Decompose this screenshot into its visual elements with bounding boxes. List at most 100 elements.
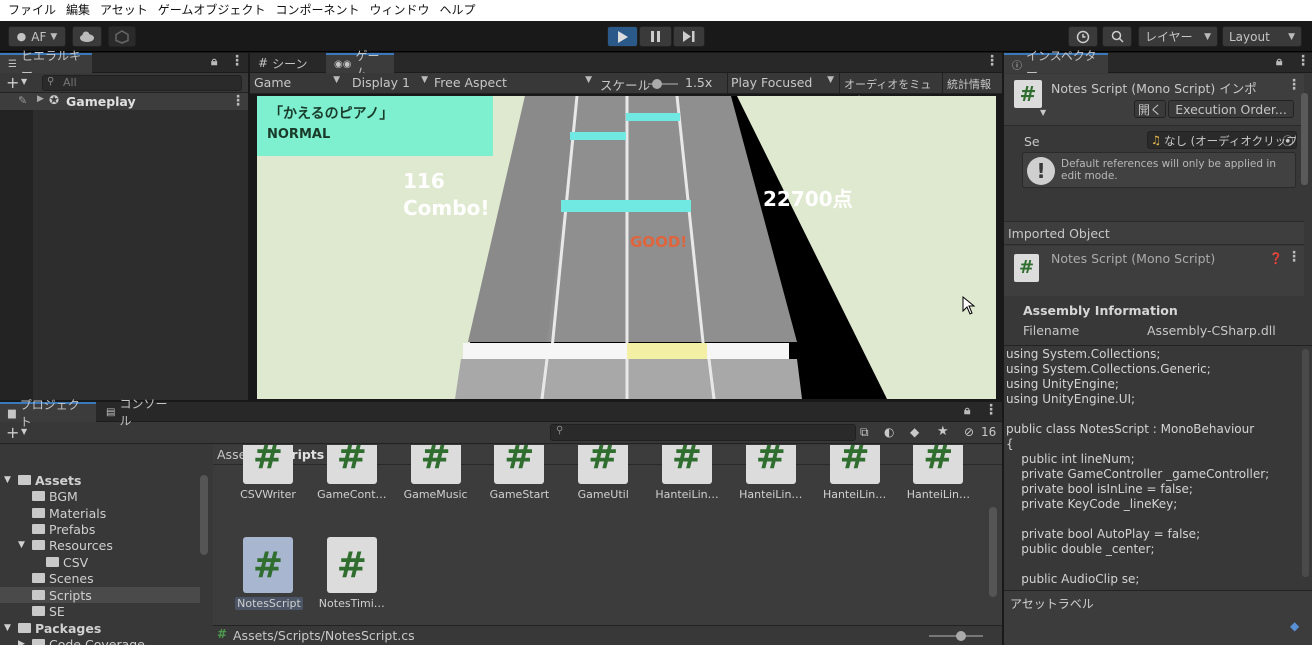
note bbox=[570, 132, 626, 140]
chevron-down-icon[interactable]: ▼ bbox=[1040, 108, 1046, 117]
execution-order-button[interactable]: Execution Order... bbox=[1168, 100, 1294, 118]
play-mode-dropdown[interactable]: Play Focused ▼ bbox=[727, 73, 837, 94]
tab-project[interactable]: ▆ プロジェクト bbox=[0, 398, 96, 429]
asset-scrollbar[interactable] bbox=[989, 507, 997, 597]
unity-scene-icon: ✪ bbox=[49, 93, 60, 107]
filter-type-icon[interactable]: ◐ bbox=[884, 425, 894, 439]
tab-inspector[interactable]: ⓘ インスペクター bbox=[1004, 49, 1108, 80]
asset-item[interactable]: # GameStart bbox=[472, 445, 556, 515]
asset-item[interactable]: # GameMusic bbox=[389, 445, 473, 515]
lock-icon[interactable]: 🔒︎ bbox=[964, 403, 970, 418]
pause-button[interactable] bbox=[639, 26, 672, 47]
tree-item-scenes[interactable]: Scenes bbox=[0, 570, 200, 586]
label-icon[interactable]: ◆ bbox=[910, 425, 919, 439]
asset-item[interactable]: # GameCont… bbox=[305, 445, 389, 515]
project-search-input[interactable]: ⚲ bbox=[550, 424, 856, 441]
tab-game[interactable]: ◉◉ ゲーム bbox=[326, 49, 394, 80]
layers-dropdown[interactable]: レイヤー ▼ bbox=[1138, 26, 1218, 47]
more-options-icon[interactable]: ⋮ bbox=[984, 402, 998, 418]
icon-size-slider-handle[interactable] bbox=[956, 631, 966, 641]
asset-item[interactable]: # CSVWriter bbox=[221, 445, 305, 515]
more-options-icon[interactable]: ⋮ bbox=[231, 93, 245, 109]
scale-slider-handle[interactable] bbox=[652, 79, 662, 89]
tree-item-se[interactable]: SE bbox=[0, 603, 200, 619]
tree-item-materials[interactable]: Materials bbox=[0, 505, 200, 521]
search-icon: ⚲ bbox=[47, 76, 55, 87]
search-button[interactable] bbox=[1102, 26, 1132, 47]
more-options-icon[interactable]: ⋮ bbox=[1296, 53, 1310, 69]
more-options-icon[interactable]: ⋮ bbox=[1287, 77, 1301, 93]
more-options-icon[interactable]: ⋮ bbox=[230, 53, 244, 69]
tree-item-assets[interactable]: ▼ Assets bbox=[0, 472, 200, 488]
chevron-right-icon[interactable]: ▶ bbox=[18, 639, 32, 645]
hierarchy-search-input[interactable]: ⚲ All bbox=[42, 75, 242, 91]
tree-item-packages[interactable]: ▼ Packages bbox=[0, 620, 200, 636]
tab-scene[interactable]: # シーン bbox=[250, 53, 326, 73]
account-dropdown[interactable]: ● AF ▼ bbox=[8, 26, 66, 47]
tree-item-scripts[interactable]: Scripts bbox=[0, 587, 200, 603]
lock-icon[interactable]: 🔒︎ bbox=[211, 54, 217, 69]
se-object-field[interactable]: ♫ なし (オーディオクリップ) ⦿ bbox=[1147, 131, 1297, 149]
tree-item-bgm[interactable]: BGM bbox=[0, 488, 200, 504]
undo-history-button[interactable] bbox=[1068, 26, 1098, 47]
chevron-down-icon[interactable]: ▼ bbox=[0, 475, 18, 485]
collab-button[interactable] bbox=[108, 26, 136, 47]
tree-item-csv[interactable]: CSV bbox=[0, 554, 200, 570]
display-dropdown[interactable]: Display 1 ▼ bbox=[352, 75, 428, 90]
open-button[interactable]: 開く bbox=[1134, 100, 1166, 118]
more-options-icon[interactable]: ⋮ bbox=[985, 53, 999, 69]
play-button[interactable] bbox=[607, 26, 638, 47]
asset-item[interactable]: # NotesScript bbox=[221, 515, 305, 610]
menu-help[interactable]: ヘルプ bbox=[437, 0, 483, 21]
search-by-type-icon[interactable]: ⧉ bbox=[860, 425, 869, 440]
mute-audio-toggle[interactable]: オーディオをミュート bbox=[839, 73, 941, 107]
menu-window[interactable]: ウィンドウ bbox=[367, 0, 437, 21]
menu-file[interactable]: ファイル bbox=[6, 0, 64, 21]
hierarchy-row-gameplay[interactable]: ✎ ▶ ✪ Gameplay ⋮ bbox=[0, 93, 248, 110]
lock-icon[interactable]: 🔒︎ bbox=[1276, 54, 1282, 69]
cloud-button[interactable] bbox=[72, 26, 102, 47]
favorite-star-icon[interactable]: ★ bbox=[937, 424, 949, 439]
layout-dropdown[interactable]: Layout ▼ bbox=[1222, 26, 1302, 47]
asset-item[interactable]: # HanteiLin… bbox=[724, 445, 808, 515]
tab-console[interactable]: ▤ コンソール bbox=[98, 397, 178, 428]
asset-item[interactable]: # HanteiLin… bbox=[808, 445, 892, 515]
menu-assets[interactable]: アセット bbox=[98, 0, 156, 21]
chevron-down-icon[interactable]: ▼ bbox=[0, 623, 18, 633]
asset-label: NotesTimi… bbox=[318, 597, 385, 610]
visibility-icon[interactable]: ✎ bbox=[18, 94, 27, 107]
object-picker-icon[interactable]: ⦿ bbox=[1282, 133, 1294, 148]
game-view-dropdown[interactable]: Game ▼ bbox=[254, 75, 340, 90]
tree-scrollbar[interactable] bbox=[200, 475, 208, 555]
tree-item-prefabs[interactable]: Prefabs bbox=[0, 521, 200, 537]
tab-hierarchy[interactable]: ☰ ヒエラルキー bbox=[0, 49, 92, 80]
step-button[interactable] bbox=[673, 26, 705, 47]
game-render[interactable]: 「かえるのピアノ」 NORMAL 116 Combo! 22700点 GOOD! bbox=[257, 96, 996, 399]
menu-component[interactable]: コンポーネント bbox=[273, 0, 367, 21]
tree-label: Scenes bbox=[49, 570, 94, 586]
tree-label: CSV bbox=[63, 554, 89, 570]
help-icon[interactable]: ❓ bbox=[1269, 252, 1283, 265]
chevron-right-icon[interactable]: ▶ bbox=[37, 94, 44, 104]
aspect-dropdown[interactable]: Free Aspect ▼ bbox=[434, 75, 592, 90]
tree-item-code-coverage[interactable]: ▶ Code Coverage bbox=[0, 636, 200, 645]
hidden-eye-icon[interactable]: ⊘ bbox=[964, 425, 974, 439]
stats-toggle[interactable]: 統計情報 bbox=[942, 73, 1000, 94]
tag-icon[interactable]: ◆ bbox=[1290, 619, 1299, 633]
chevron-down-icon: ▼ bbox=[421, 75, 428, 85]
chevron-down-icon[interactable]: ▼ bbox=[18, 540, 32, 550]
asset-item[interactable]: # HanteiLin… bbox=[891, 445, 975, 515]
icon-size-slider[interactable] bbox=[929, 631, 983, 641]
asset-item[interactable]: # NotesTimi… bbox=[305, 515, 389, 610]
code-scrollbar[interactable] bbox=[1302, 349, 1309, 577]
inspector-scrollbar[interactable] bbox=[1301, 93, 1308, 185]
more-options-icon[interactable]: ⋮ bbox=[1287, 249, 1301, 265]
tree-item-resources[interactable]: ▼ Resources bbox=[0, 537, 200, 553]
create-button[interactable]: + bbox=[6, 423, 19, 442]
asset-item[interactable]: # GameUtil bbox=[556, 445, 640, 515]
menu-gameobject[interactable]: ゲームオブジェクト bbox=[156, 0, 274, 21]
menu-edit[interactable]: 編集 bbox=[64, 0, 98, 21]
asset-item[interactable]: # HanteiLin… bbox=[640, 445, 724, 515]
add-button[interactable]: + bbox=[6, 73, 19, 92]
scale-slider[interactable] bbox=[648, 79, 678, 89]
